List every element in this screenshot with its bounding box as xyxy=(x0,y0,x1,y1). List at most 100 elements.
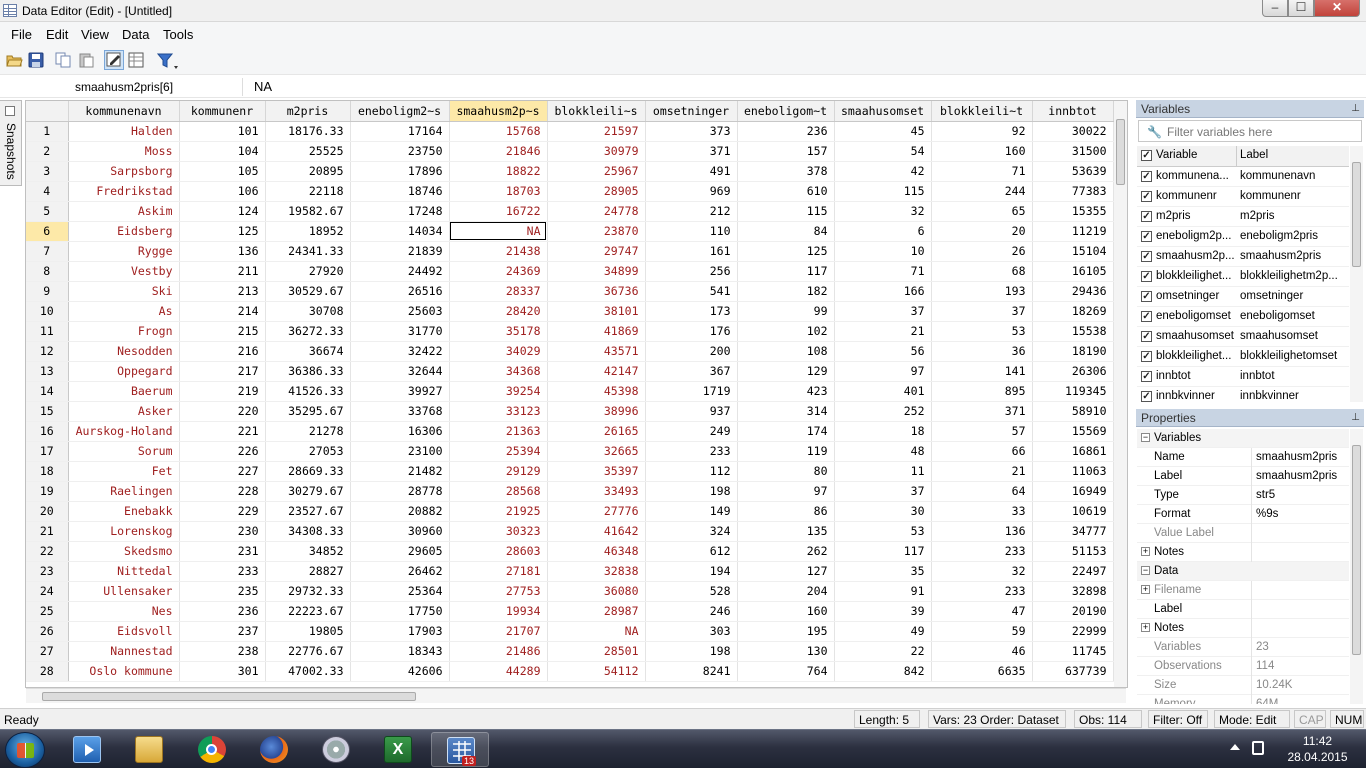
table-cell[interactable]: 233 xyxy=(179,561,266,582)
table-cell[interactable]: 11063 xyxy=(1032,461,1114,482)
table-cell[interactable]: 371 xyxy=(645,141,738,162)
table-cell[interactable]: 37 xyxy=(834,481,932,502)
table-cell[interactable]: 97 xyxy=(834,361,932,382)
table-cell[interactable]: 21482 xyxy=(350,461,450,482)
table-cell[interactable]: 30 xyxy=(834,501,932,522)
table-cell[interactable]: 115 xyxy=(737,201,835,222)
table-cell[interactable]: As xyxy=(68,301,180,322)
table-cell[interactable]: 28603 xyxy=(449,541,548,562)
table-cell[interactable]: 112 xyxy=(645,461,738,482)
table-cell[interactable]: 32 xyxy=(834,201,932,222)
table-cell[interactable]: Oslo kommune xyxy=(68,661,180,682)
table-cell[interactable]: 195 xyxy=(737,621,835,642)
table-cell[interactable]: 136 xyxy=(931,521,1033,542)
row-number[interactable]: 15 xyxy=(26,401,69,422)
row-number[interactable]: 1 xyxy=(26,121,69,142)
table-cell[interactable]: 105 xyxy=(179,161,266,182)
table-cell[interactable]: 46348 xyxy=(547,541,646,562)
table-cell[interactable]: 49 xyxy=(834,621,932,642)
row-number[interactable]: 21 xyxy=(26,521,69,542)
variable-list-item[interactable]: ✓ kommunenr kommunenr xyxy=(1137,187,1349,207)
table-cell[interactable]: 26 xyxy=(931,241,1033,262)
table-cell[interactable]: 20895 xyxy=(265,161,351,182)
table-cell[interactable]: 21 xyxy=(834,321,932,342)
table-cell[interactable]: 14034 xyxy=(350,221,450,242)
table-cell[interactable]: 30279.67 xyxy=(265,481,351,502)
table-cell[interactable]: 24369 xyxy=(449,261,548,282)
table-cell[interactable]: 215 xyxy=(179,321,266,342)
variable-checkbox[interactable]: ✓ xyxy=(1141,351,1152,362)
table-cell[interactable]: 36386.33 xyxy=(265,361,351,382)
variable-list-item[interactable]: ✓ blokkleilighet... blokkleilighetomset xyxy=(1137,347,1349,367)
row-number[interactable]: 24 xyxy=(26,581,69,602)
table-cell[interactable]: 127 xyxy=(737,561,835,582)
grid-hscroll-thumb[interactable] xyxy=(42,692,416,701)
table-cell[interactable]: 301 xyxy=(179,661,266,682)
table-cell[interactable]: 64 xyxy=(931,481,1033,502)
table-cell[interactable]: 211 xyxy=(179,261,266,282)
table-cell[interactable]: 36272.33 xyxy=(265,321,351,342)
start-button[interactable] xyxy=(5,732,45,768)
table-cell[interactable]: 86 xyxy=(737,501,835,522)
table-cell[interactable]: 16722 xyxy=(449,201,548,222)
data-group-row[interactable]: − Data xyxy=(1137,562,1349,581)
row-number[interactable]: 23 xyxy=(26,561,69,582)
table-cell[interactable]: 32838 xyxy=(547,561,646,582)
property-row[interactable]: Observations 114 xyxy=(1137,657,1349,676)
table-cell[interactable]: 21846 xyxy=(449,141,548,162)
table-cell[interactable]: 29436 xyxy=(1032,281,1114,302)
table-cell[interactable]: 91 xyxy=(834,581,932,602)
table-cell[interactable]: 48 xyxy=(834,441,932,462)
table-cell[interactable]: 36080 xyxy=(547,581,646,602)
table-cell[interactable]: 27753 xyxy=(449,581,548,602)
table-cell[interactable]: 141 xyxy=(931,361,1033,382)
table-cell[interactable]: 28337 xyxy=(449,281,548,302)
table-cell[interactable]: 36 xyxy=(931,341,1033,362)
table-cell[interactable]: 217 xyxy=(179,361,266,382)
table-cell[interactable]: 30323 xyxy=(449,521,548,542)
property-row[interactable]: + Notes xyxy=(1137,543,1349,562)
table-cell[interactable]: Aurskog-Holand xyxy=(68,421,180,442)
copy-icon[interactable] xyxy=(55,52,72,68)
variables-pin-icon[interactable]: ⊥ xyxy=(1351,103,1360,114)
column-header[interactable]: eneboligm2~s xyxy=(350,101,450,122)
excel-icon[interactable]: X xyxy=(369,732,427,767)
variable-list-item[interactable]: ✓ smaahusm2p... smaahusm2pris xyxy=(1137,247,1349,267)
table-cell[interactable]: 20 xyxy=(931,221,1033,242)
table-cell[interactable]: 17750 xyxy=(350,601,450,622)
column-header[interactable]: smaahusm2p~s xyxy=(449,101,548,122)
row-number[interactable]: 26 xyxy=(26,621,69,642)
table-cell[interactable]: 25364 xyxy=(350,581,450,602)
table-cell[interactable]: 46 xyxy=(931,641,1033,662)
table-cell[interactable]: 42 xyxy=(834,161,932,182)
table-cell[interactable]: 39254 xyxy=(449,381,548,402)
table-cell[interactable]: Nes xyxy=(68,601,180,622)
table-cell[interactable]: 35 xyxy=(834,561,932,582)
browse-mode-icon[interactable] xyxy=(128,52,145,68)
table-cell[interactable]: 22776.67 xyxy=(265,641,351,662)
column-header[interactable]: m2pris xyxy=(265,101,351,122)
table-cell[interactable]: 895 xyxy=(931,381,1033,402)
table-cell[interactable]: 10619 xyxy=(1032,501,1114,522)
property-row[interactable]: + Notes xyxy=(1137,619,1349,638)
table-cell[interactable]: 27053 xyxy=(265,441,351,462)
table-cell[interactable]: Fredrikstad xyxy=(68,181,180,202)
table-cell[interactable]: 176 xyxy=(645,321,738,342)
table-cell[interactable]: 18822 xyxy=(449,161,548,182)
table-cell[interactable]: 236 xyxy=(179,601,266,622)
row-number[interactable]: 22 xyxy=(26,541,69,562)
table-cell[interactable]: 68 xyxy=(931,261,1033,282)
table-cell[interactable]: 229 xyxy=(179,501,266,522)
table-cell[interactable]: 233 xyxy=(931,541,1033,562)
table-cell[interactable]: Sarpsborg xyxy=(68,161,180,182)
row-number[interactable]: 10 xyxy=(26,301,69,322)
table-cell[interactable]: 32665 xyxy=(547,441,646,462)
table-cell[interactable]: Baerum xyxy=(68,381,180,402)
table-cell[interactable]: 25525 xyxy=(265,141,351,162)
table-cell[interactable]: Askim xyxy=(68,201,180,222)
table-cell[interactable]: 115 xyxy=(834,181,932,202)
menu-edit[interactable]: Edit xyxy=(46,27,68,42)
table-cell[interactable]: 15355 xyxy=(1032,201,1114,222)
table-cell[interactable]: 26516 xyxy=(350,281,450,302)
table-cell[interactable]: 57 xyxy=(931,421,1033,442)
